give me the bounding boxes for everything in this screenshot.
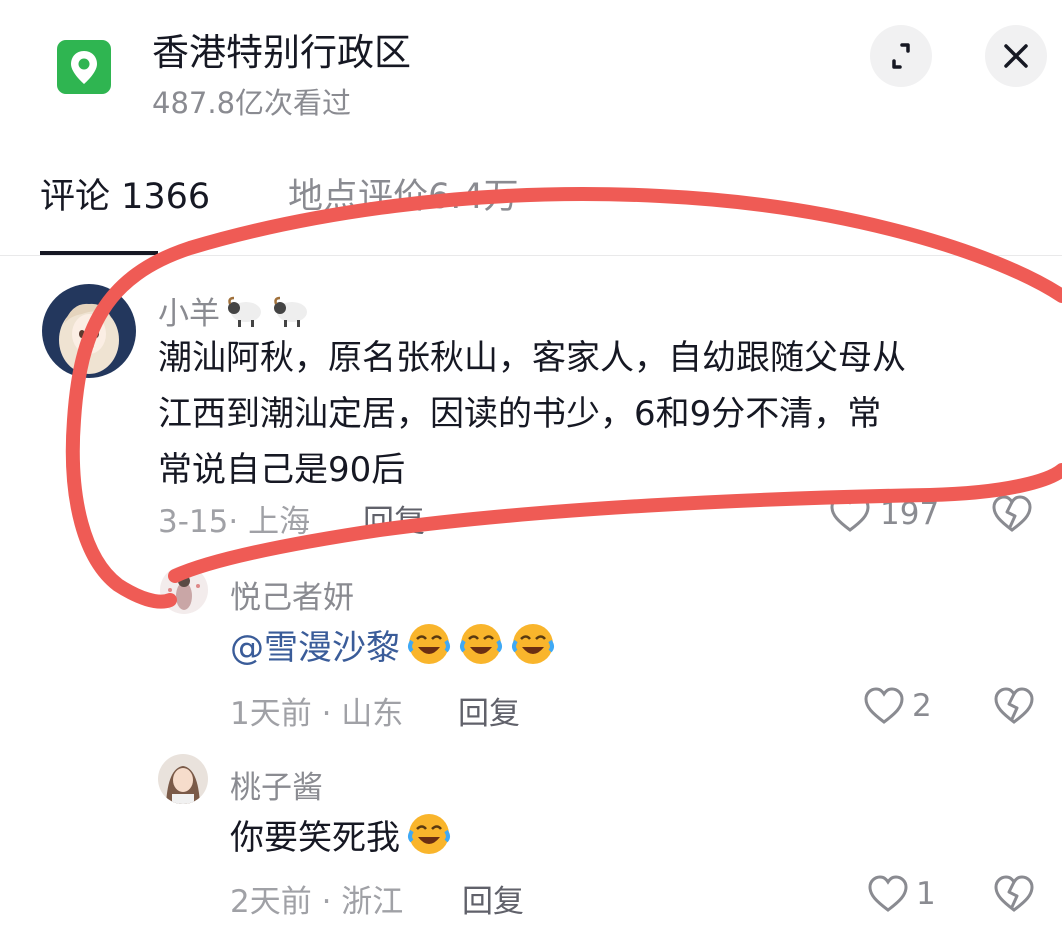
like-count: 1: [916, 876, 936, 912]
tab-place-reviews[interactable]: 地点评价6.4万: [288, 168, 519, 219]
comment-username[interactable]: 桃子酱: [230, 762, 323, 807]
sheep-emoji: [226, 294, 266, 330]
heart-icon[interactable]: [862, 686, 906, 726]
close-button[interactable]: [985, 25, 1047, 87]
view-count: 487.8亿次看过: [152, 86, 352, 120]
reply-button[interactable]: 回复: [363, 496, 425, 541]
laughing-crying-emoji: [510, 621, 556, 667]
comment-meta: 1天前 · 山东: [230, 696, 404, 732]
avatar[interactable]: [158, 754, 208, 804]
dislike-broken-heart-icon[interactable]: [992, 874, 1036, 914]
comment-username[interactable]: 小羊: [158, 288, 312, 333]
location-pin-icon: [57, 40, 111, 94]
comment-text: 潮汕阿秋，原名张秋山，客家人，自幼跟随父母从 江西到潮汕定居，因读的书少，6和9…: [158, 338, 906, 490]
expand-icon: [892, 43, 910, 69]
sheep-emoji: [272, 294, 312, 330]
like-count: 197: [880, 496, 940, 532]
reply-button[interactable]: 回复: [462, 876, 524, 921]
dislike-broken-heart-icon[interactable]: [992, 686, 1036, 726]
mention-link[interactable]: @雪漫沙黎: [230, 628, 400, 668]
comment-username[interactable]: 悦己者妍: [230, 572, 354, 617]
like-count: 2: [912, 688, 932, 724]
page-title: 香港特别行政区: [152, 31, 411, 74]
heart-icon[interactable]: [866, 874, 910, 914]
expand-button[interactable]: [870, 25, 932, 87]
heart-icon[interactable]: [828, 494, 872, 534]
laughing-crying-emoji: [406, 621, 452, 667]
comment-meta: 2天前 · 浙江: [230, 884, 404, 920]
tab-divider: [0, 255, 1062, 256]
dislike-broken-heart-icon[interactable]: [990, 494, 1034, 534]
avatar[interactable]: [160, 566, 208, 614]
comment-text: @雪漫沙黎: [230, 620, 556, 676]
laughing-crying-emoji: [458, 621, 504, 667]
reply-button[interactable]: 回复: [458, 688, 520, 733]
comment-text: 你要笑死我: [230, 810, 452, 866]
avatar[interactable]: [42, 284, 136, 378]
laughing-crying-emoji: [406, 811, 452, 857]
comment-meta: 3-15· 上海: [158, 504, 311, 540]
close-icon: [1004, 44, 1028, 68]
tab-comments[interactable]: 评论 1366: [40, 168, 210, 219]
